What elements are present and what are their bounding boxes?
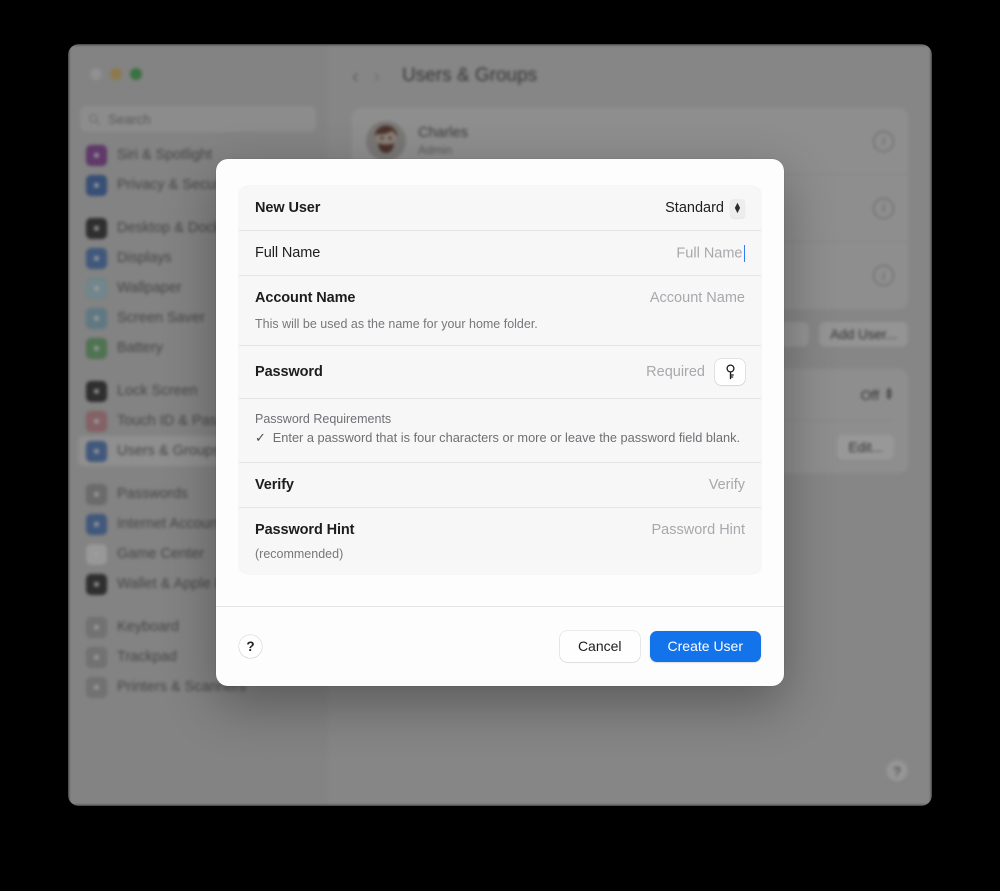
toolbar: ‹ › Users & Groups <box>328 44 932 108</box>
chevron-left-icon[interactable]: ‹ <box>352 66 359 87</box>
cancel-button[interactable]: Cancel <box>559 631 640 662</box>
password-requirements: Password Requirements ✓ Enter a password… <box>239 399 761 464</box>
info-icon[interactable]: i <box>873 265 894 286</box>
passwords-key-icon: ■ <box>86 483 107 505</box>
account-type-popup[interactable]: Standard ▲ ▼ <box>665 198 745 218</box>
full-name-input[interactable]: Full Name <box>676 244 745 262</box>
password-hint-input[interactable]: Password Hint <box>652 522 745 538</box>
displays-icon: ■ <box>86 247 107 269</box>
full-name-label: Full Name <box>255 245 321 261</box>
sidebar-item-label: Siri & Spotlight <box>117 147 213 163</box>
dialog-footer: ? Cancel Create User <box>216 606 784 686</box>
password-hint-row: Password Hint Password Hint (recommended… <box>239 508 761 574</box>
close-window-button[interactable] <box>90 68 102 80</box>
automatic-login-popup[interactable]: Off ▲ ▼ <box>860 385 894 403</box>
full-name-row: Full Name Full Name <box>239 231 761 276</box>
desktop-dock-icon: ■ <box>86 217 107 239</box>
touch-id-icon: ■ <box>86 410 107 432</box>
verify-row: Verify Verify <box>239 463 761 509</box>
sidebar-item-label: Passwords <box>117 486 188 502</box>
verify-label: Verify <box>255 477 294 494</box>
new-user-type-row: New User Standard ▲ ▼ <box>239 186 761 231</box>
minimize-window-button[interactable] <box>110 68 122 80</box>
key-icon <box>725 364 735 380</box>
search-placeholder: Search <box>108 111 151 127</box>
chevron-updown-icon: ▲ ▼ <box>730 198 745 218</box>
siri-icon: ■ <box>86 144 107 166</box>
new-user-form: New User Standard ▲ ▼ Full Name Full Name <box>216 159 784 606</box>
battery-icon: ■ <box>86 337 107 359</box>
printers-scanners-icon: ■ <box>86 676 107 698</box>
account-name-input[interactable]: Account Name <box>650 290 745 306</box>
search-input[interactable]: Search <box>80 106 316 132</box>
chevron-updown-icon: ▲ ▼ <box>884 385 894 403</box>
account-type-value: Standard <box>665 200 724 216</box>
full-name-placeholder: Full Name <box>676 244 743 261</box>
sidebar-item-label: Lock Screen <box>117 383 198 399</box>
internet-accounts-icon: ■ <box>86 513 107 535</box>
verify-input[interactable]: Verify <box>709 477 745 493</box>
new-user-label: New User <box>255 200 321 216</box>
password-hint-label: Password Hint <box>255 522 355 539</box>
password-label: Password <box>255 363 323 380</box>
lock-screen-icon: ■ <box>86 380 107 402</box>
password-hint-description: (recommended) <box>255 547 344 562</box>
account-name-description: This will be used as the name for your h… <box>255 317 538 331</box>
help-button[interactable]: ? <box>886 760 908 782</box>
password-input[interactable]: Required <box>646 364 705 380</box>
sidebar-item-label: Desktop & Dock <box>117 220 221 236</box>
password-requirements-text: Enter a password that is four characters… <box>272 429 741 445</box>
wallpaper-icon: ■ <box>86 277 107 299</box>
user-name: Charles <box>418 125 468 141</box>
info-icon[interactable]: i <box>873 130 894 152</box>
account-name-row: Account Name Account Name This will be u… <box>239 276 761 346</box>
account-name-label: Account Name <box>255 290 356 306</box>
zoom-window-button[interactable] <box>130 68 142 80</box>
sidebar-item-label: Keyboard <box>117 619 180 635</box>
trackpad-icon: ■ <box>86 646 107 668</box>
password-row: Password Required <box>239 346 761 399</box>
edit-button[interactable]: Edit... <box>837 434 894 460</box>
password-assistant-button[interactable] <box>715 358 745 385</box>
checkmark-icon: ✓ <box>255 429 266 445</box>
sidebar-item-label: Screen Saver <box>117 310 205 326</box>
sidebar-item-label: Trackpad <box>117 649 177 665</box>
sidebar-item-label: Game Center <box>117 546 205 562</box>
sidebar-item-label: Battery <box>117 340 163 356</box>
keyboard-icon: ■ <box>86 616 107 638</box>
wallet-icon: ■ <box>86 573 107 595</box>
page-title: Users & Groups <box>402 65 538 86</box>
create-user-button[interactable]: Create User <box>649 631 761 662</box>
sidebar-item-label: Internet Accounts <box>117 516 230 532</box>
automatic-login-value: Off <box>860 386 880 403</box>
users-groups-icon: ■ <box>86 440 107 462</box>
password-requirements-title: Password Requirements <box>255 411 392 426</box>
privacy-hand-icon: ■ <box>86 174 107 196</box>
add-user-button[interactable]: Add User... <box>819 322 908 347</box>
sidebar-item-label: Wallpaper <box>117 280 182 296</box>
game-center-icon: ■ <box>86 543 107 565</box>
sidebar-item-label: Displays <box>117 250 172 266</box>
sidebar-item-label: Users & Groups <box>117 443 221 459</box>
screen-saver-icon: ■ <box>86 307 107 329</box>
search-icon <box>88 113 101 125</box>
new-user-form-card: New User Standard ▲ ▼ Full Name Full Name <box>239 186 761 575</box>
info-icon[interactable]: i <box>873 197 894 219</box>
avatar <box>366 121 406 161</box>
traffic-light-buttons <box>78 44 318 80</box>
chevron-right-icon[interactable]: › <box>373 66 380 87</box>
user-role: Admin <box>418 143 453 157</box>
new-user-dialog: New User Standard ▲ ▼ Full Name Full Name <box>216 159 784 686</box>
dialog-help-button[interactable]: ? <box>239 635 262 658</box>
text-caret <box>743 244 745 262</box>
